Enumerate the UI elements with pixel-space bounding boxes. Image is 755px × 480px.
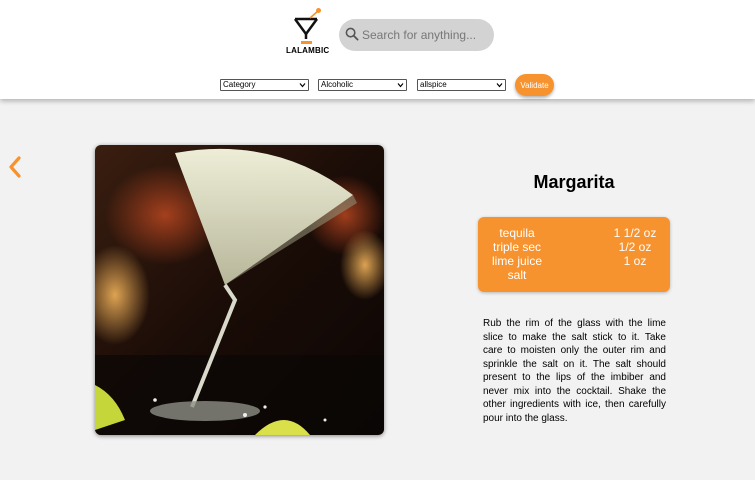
cocktail-title: Margarita [533, 172, 615, 192]
ingredient-row: triple sec 1/2 oz [478, 240, 670, 254]
search-bar[interactable] [339, 19, 494, 51]
ingredient-row: tequila 1 1/2 oz [478, 226, 670, 240]
category-select-value: Category [223, 80, 256, 89]
ingredient-select[interactable]: allspice [417, 79, 506, 91]
alcoholic-select-value: Alcoholic [321, 80, 354, 89]
ingredient-name: tequila [499, 226, 535, 240]
ingredients-card: tequila 1 1/2 oz triple sec 1/2 oz lime … [478, 217, 670, 292]
ingredient-name: salt [507, 268, 527, 282]
ingredient-row: salt [478, 268, 670, 282]
brand-logo[interactable]: LALAMBIC [286, 7, 330, 57]
validate-button[interactable]: Validate [515, 74, 554, 96]
chevron-down-icon [496, 83, 503, 88]
ingredient-row: lime juice 1 oz [478, 254, 670, 268]
header: LALAMBIC Category Alcoholic allspice Val… [0, 0, 755, 99]
search-input[interactable] [362, 25, 487, 45]
ingredient-name: lime juice [491, 254, 542, 268]
ingredient-amount: 1 oz [623, 254, 647, 268]
ingredient-amount: 1/2 oz [618, 240, 652, 254]
ingredient-select-value: allspice [420, 80, 447, 89]
search-icon [345, 27, 359, 41]
cocktail-instructions: Rub the rim of the glass with the lime s… [483, 318, 666, 424]
chevron-down-icon [397, 83, 404, 88]
ingredient-amount: 1 1/2 oz [613, 226, 657, 240]
brand-name: LALAMBIC [286, 46, 330, 55]
cocktail-image [95, 145, 384, 435]
cocktail-glass-logo-icon [293, 8, 321, 44]
chevron-down-icon [299, 83, 306, 88]
alcoholic-select[interactable]: Alcoholic [318, 79, 407, 91]
category-select[interactable]: Category [220, 79, 309, 91]
chevron-left-icon[interactable] [7, 155, 23, 179]
ingredient-name: triple sec [492, 240, 542, 254]
